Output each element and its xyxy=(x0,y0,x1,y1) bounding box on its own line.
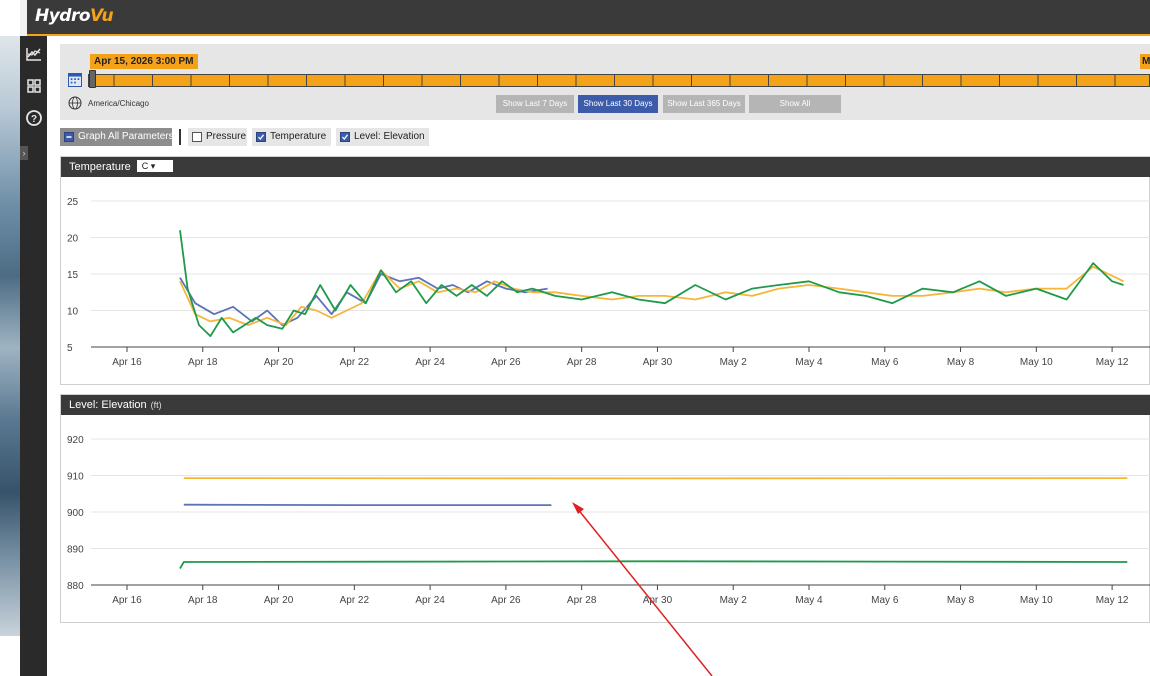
chart-icon[interactable] xyxy=(24,44,44,64)
green-series-line xyxy=(179,230,1124,338)
x-tick-label: May 6 xyxy=(871,357,899,368)
hydrovu-logo[interactable]: HydroVu xyxy=(35,6,114,26)
toggle-separator xyxy=(179,129,181,145)
level-chart-panel: Level: Elevation (ft) 880 890 900 910 920 Apr … xyxy=(60,394,1150,623)
temperature-chart[interactable]: 5 10 15 20 25 Apr 16 Apr 18 Apr 20 Apr 22 Apr 24 A… xyxy=(61,177,1150,385)
globe-icon[interactable] xyxy=(68,96,82,110)
temperature-unit-select[interactable]: C ▾ xyxy=(136,160,173,172)
level-panel-title: Level: Elevation xyxy=(69,399,147,411)
x-tick-label: Apr 30 xyxy=(643,595,673,606)
x-tick-label: Apr 16 xyxy=(112,357,142,368)
left-nav: ? xyxy=(20,36,47,676)
end-time-label: M xyxy=(1140,54,1150,69)
temperature-panel-header: Temperature C ▾ xyxy=(61,157,1150,177)
logo-main-text: Hydro xyxy=(35,6,91,26)
checked-checkbox-icon xyxy=(340,132,350,142)
pressure-toggle[interactable]: Pressure xyxy=(188,128,247,146)
y-tick-label: 910 xyxy=(67,472,84,483)
checked-checkbox-icon xyxy=(256,132,266,142)
level-elevation-chart[interactable]: 880 890 900 910 920 Apr 16 Apr 18 Apr 20 Apr 22 A… xyxy=(61,415,1150,623)
y-tick-label: 920 xyxy=(67,435,84,446)
level-elevation-toggle[interactable]: Level: Elevation xyxy=(336,128,429,146)
y-tick-label: 5 xyxy=(67,343,73,354)
x-tick-label: May 8 xyxy=(947,595,975,606)
x-tick-label: May 10 xyxy=(1020,595,1053,606)
level-panel-header: Level: Elevation (ft) xyxy=(61,395,1150,415)
graph-all-label: Graph All Parameters xyxy=(78,131,174,142)
nav-expand-handle[interactable]: › xyxy=(20,146,28,160)
x-tick-label: May 8 xyxy=(947,357,975,368)
timeline-ticks xyxy=(113,75,1116,86)
x-tick-label: Apr 20 xyxy=(264,357,294,368)
svg-text:?: ? xyxy=(31,114,37,125)
grid-icon[interactable] xyxy=(24,76,44,96)
minus-checkbox-icon xyxy=(64,132,74,142)
pressure-label: Pressure xyxy=(206,131,247,142)
temperature-chart-panel: Temperature C ▾ 5 10 15 20 25 Apr 16 Apr 18 Apr … xyxy=(60,156,1150,385)
x-tick-label: May 6 xyxy=(871,595,899,606)
x-tick-label: Apr 30 xyxy=(643,357,673,368)
green-series-line xyxy=(179,560,1128,570)
temperature-label: Temperature xyxy=(270,131,327,142)
x-tick-label: Apr 18 xyxy=(188,595,218,606)
calendar-icon[interactable] xyxy=(68,73,82,87)
y-tick-label: 880 xyxy=(67,581,84,592)
logo-accent-text: Vu xyxy=(90,6,114,26)
x-tick-label: Apr 26 xyxy=(491,357,521,368)
timeline-bar[interactable] xyxy=(88,74,1150,87)
chevron-down-icon: ▾ xyxy=(150,161,156,171)
x-tick-label: Apr 22 xyxy=(340,595,370,606)
temperature-panel-title: Temperature xyxy=(69,161,131,173)
temperature-unit-value: C xyxy=(141,161,149,171)
show-last-30-days-button[interactable]: Show Last 30 Days xyxy=(578,95,658,113)
app-root: HydroVu ? › Apr 15, 2026 3:00 PM M Ameri… xyxy=(0,0,1150,676)
x-tick-label: Apr 24 xyxy=(415,595,445,606)
timezone-label[interactable]: America/Chicago xyxy=(88,99,149,108)
background-photo xyxy=(0,36,20,636)
x-tick-label: Apr 16 xyxy=(112,595,142,606)
top-bar: HydroVu xyxy=(27,0,1150,36)
timeline-panel: Apr 15, 2026 3:00 PM M America/Chicago S… xyxy=(60,44,1150,120)
y-tick-label: 25 xyxy=(67,197,79,208)
x-tick-label: Apr 24 xyxy=(415,357,445,368)
x-tick-label: May 2 xyxy=(720,595,748,606)
x-tick-label: May 4 xyxy=(795,357,823,368)
x-tick-label: May 12 xyxy=(1096,357,1129,368)
orange-series-line xyxy=(179,265,1124,327)
graph-all-parameters-toggle[interactable]: Graph All Parameters xyxy=(60,128,174,146)
x-tick-label: May 4 xyxy=(795,595,823,606)
checkbox-icon xyxy=(192,132,202,142)
y-tick-label: 10 xyxy=(67,307,79,318)
x-tick-label: May 12 xyxy=(1096,595,1129,606)
x-tick-label: May 10 xyxy=(1020,357,1053,368)
temperature-toggle[interactable]: Temperature xyxy=(252,128,331,146)
x-tick-label: Apr 18 xyxy=(188,357,218,368)
level-unit-label: (ft) xyxy=(150,400,162,410)
y-tick-label: 900 xyxy=(67,508,84,519)
x-tick-label: Apr 28 xyxy=(567,357,597,368)
y-tick-label: 890 xyxy=(67,545,84,556)
timeline-handle[interactable] xyxy=(89,70,96,88)
help-icon[interactable]: ? xyxy=(24,108,44,128)
y-tick-label: 20 xyxy=(67,234,79,245)
x-tick-label: Apr 26 xyxy=(491,595,521,606)
level-elevation-label: Level: Elevation xyxy=(354,131,425,142)
x-tick-label: Apr 22 xyxy=(340,357,370,368)
show-last-365-days-button[interactable]: Show Last 365 Days xyxy=(663,95,745,113)
show-all-button[interactable]: Show All xyxy=(749,95,841,113)
x-tick-label: May 2 xyxy=(720,357,748,368)
x-tick-label: Apr 28 xyxy=(567,595,597,606)
show-last-7-days-button[interactable]: Show Last 7 Days xyxy=(496,95,574,113)
selected-time-label: Apr 15, 2026 3:00 PM xyxy=(90,54,198,69)
x-tick-label: Apr 20 xyxy=(264,595,294,606)
y-tick-label: 15 xyxy=(67,270,79,281)
